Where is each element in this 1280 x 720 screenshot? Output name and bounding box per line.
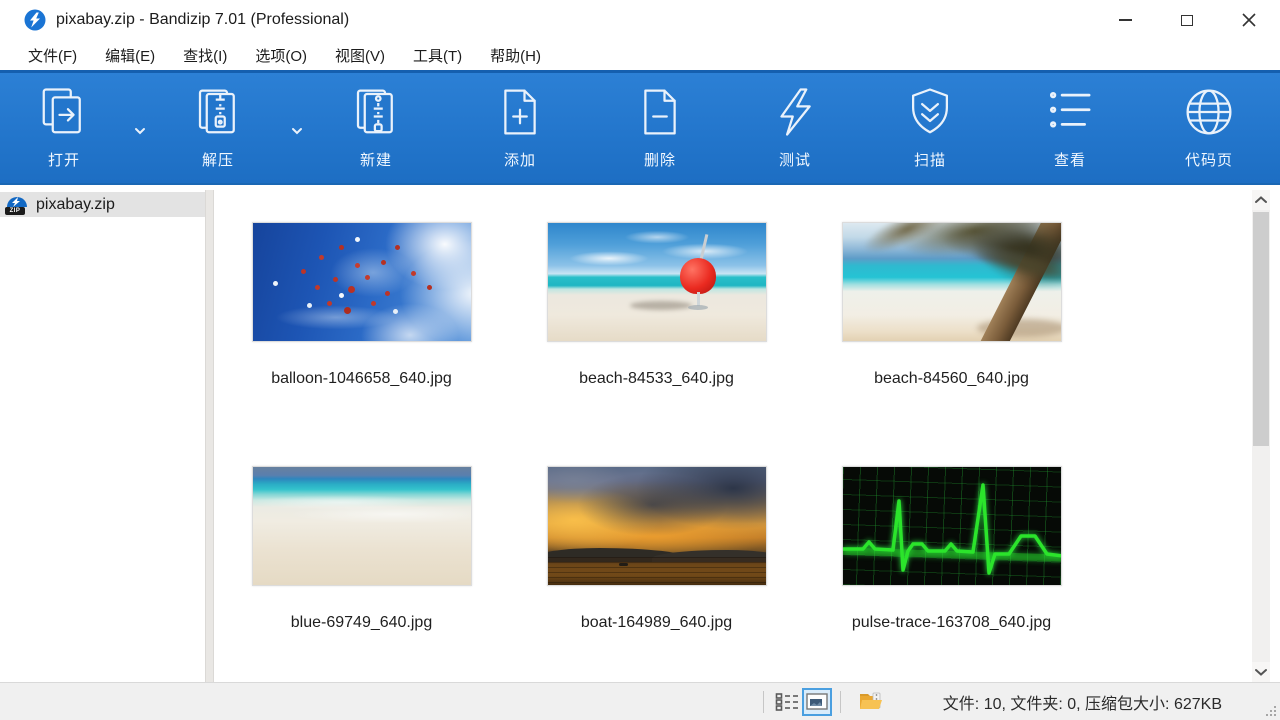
ecg-trace [843, 467, 1062, 586]
extract-button[interactable]: 解压 [170, 85, 266, 170]
zip-archive-icon: ZIP [5, 194, 29, 215]
file-thumbnail-balloon [252, 222, 472, 342]
open-label: 打开 [16, 149, 112, 170]
file-name: beach-84560_640.jpg [804, 370, 1099, 388]
scroll-up-button[interactable] [1252, 190, 1270, 210]
menu-tools[interactable]: 工具(T) [399, 41, 476, 70]
menu-help[interactable]: 帮助(H) [476, 41, 555, 70]
file-name: blue-69749_640.jpg [214, 614, 509, 632]
menu-file[interactable]: 文件(F) [14, 41, 91, 70]
maximize-icon [1181, 15, 1193, 26]
file-thumbnail-pulse-trace [842, 466, 1062, 586]
open-button[interactable]: 打开 [16, 85, 112, 170]
codepage-label: 代码页 [1161, 149, 1257, 170]
scan-label: 扫描 [882, 149, 978, 170]
test-button[interactable]: 测试 [747, 85, 843, 170]
open-dropdown-chevron[interactable] [128, 123, 152, 147]
add-icon [472, 85, 568, 143]
menu-options[interactable]: 选项(O) [241, 41, 321, 70]
open-folder-icon [858, 690, 884, 714]
boat-silhouette [619, 563, 628, 566]
details-view-icon [775, 692, 799, 712]
cocktail-stem [697, 292, 700, 306]
menu-edit[interactable]: 编辑(E) [91, 41, 169, 70]
file-name: boat-164989_640.jpg [509, 614, 804, 632]
file-item-blue-shore[interactable]: blue-69749_640.jpg [214, 466, 509, 682]
bandizip-app-icon [24, 9, 46, 31]
sidebar-item-label: pixabay.zip [36, 196, 115, 214]
file-name: balloon-1046658_640.jpg [214, 370, 509, 388]
file-item-beach-cocktail[interactable]: beach-84533_640.jpg [509, 222, 804, 466]
delete-icon [612, 85, 708, 143]
new-archive-icon [328, 85, 424, 143]
file-item-balloon[interactable]: balloon-1046658_640.jpg [214, 222, 509, 466]
scroll-down-button[interactable] [1252, 662, 1270, 682]
cocktail-glass [680, 258, 716, 294]
test-label: 测试 [747, 149, 843, 170]
new-archive-button[interactable]: 新建 [328, 85, 424, 170]
content-area: ZIP pixabay.zip balloon-1046658_640.jpg [0, 190, 1280, 682]
sidebar-item-pixabay-zip[interactable]: ZIP pixabay.zip [0, 192, 205, 217]
minimize-icon [1119, 19, 1132, 21]
resize-grip[interactable] [1264, 704, 1278, 718]
panel-splitter[interactable] [205, 190, 214, 682]
cocktail-base [688, 305, 708, 310]
title-bar: pixabay.zip - Bandizip 7.01 (Professiona… [0, 0, 1280, 40]
window-title: pixabay.zip - Bandizip 7.01 (Professiona… [56, 11, 349, 29]
file-thumbnail-grid: balloon-1046658_640.jpg beach-84533_640.… [214, 190, 1252, 682]
cocktail-shadow [630, 301, 692, 310]
file-thumbnail-beach-cocktail [547, 222, 767, 342]
file-name: beach-84533_640.jpg [509, 370, 804, 388]
close-button[interactable] [1218, 0, 1280, 40]
delete-label: 删除 [612, 149, 708, 170]
menu-bar: 文件(F) 编辑(E) 查找(I) 选项(O) 视图(V) 工具(T) 帮助(H… [0, 40, 1280, 70]
archive-folder-button[interactable] [855, 688, 887, 716]
bandizip-window: pixabay.zip - Bandizip 7.01 (Professiona… [0, 0, 1280, 720]
archive-tree-sidebar: ZIP pixabay.zip [0, 190, 205, 682]
minimize-button[interactable] [1094, 0, 1156, 40]
chevron-up-icon [1255, 196, 1267, 204]
extract-dropdown-chevron[interactable] [285, 123, 309, 147]
file-item-beach-palm[interactable]: beach-84560_640.jpg [804, 222, 1099, 466]
new-archive-label: 新建 [328, 149, 424, 170]
file-thumbnail-blue-shore [252, 466, 472, 586]
vertical-scrollbar[interactable] [1252, 190, 1270, 682]
file-item-pulse-trace[interactable]: pulse-trace-163708_640.jpg [804, 466, 1099, 682]
scan-button[interactable]: 扫描 [882, 85, 978, 170]
test-icon [747, 85, 843, 143]
scrollbar-thumb[interactable] [1253, 212, 1269, 446]
file-name: pulse-trace-163708_640.jpg [804, 614, 1099, 632]
chevron-down-icon [1255, 668, 1267, 676]
file-thumbnail-beach-palm [842, 222, 1062, 342]
delete-button[interactable]: 删除 [612, 85, 708, 170]
file-thumbnail-boat-sunset [547, 466, 767, 586]
view-label: 查看 [1022, 149, 1118, 170]
menu-find[interactable]: 查找(I) [169, 41, 241, 70]
statusbar-divider [840, 691, 841, 713]
view-button[interactable]: 查看 [1022, 85, 1118, 170]
view-icon [1022, 85, 1118, 143]
maximize-button[interactable] [1156, 0, 1218, 40]
add-label: 添加 [472, 149, 568, 170]
zip-badge-text: ZIP [5, 207, 25, 215]
water-reflection [548, 557, 766, 585]
archive-summary: 文件: 10, 文件夹: 0, 压缩包大小: 627KB [943, 690, 1222, 714]
codepage-icon [1161, 85, 1257, 143]
file-item-boat-sunset[interactable]: boat-164989_640.jpg [509, 466, 804, 682]
close-icon [1242, 13, 1256, 27]
toolbar: 打开 解压 [0, 70, 1280, 185]
add-button[interactable]: 添加 [472, 85, 568, 170]
open-icon [16, 85, 112, 143]
menu-view[interactable]: 视图(V) [321, 41, 399, 70]
extract-label: 解压 [170, 149, 266, 170]
statusbar-divider [763, 691, 764, 713]
thumbnail-view-button[interactable] [802, 688, 832, 716]
status-bar: 文件: 10, 文件夹: 0, 压缩包大小: 627KB [0, 682, 1280, 720]
thumbnail-view-icon [806, 693, 828, 710]
details-view-button[interactable] [772, 688, 802, 716]
scan-icon [882, 85, 978, 143]
extract-icon [170, 85, 266, 143]
codepage-button[interactable]: 代码页 [1161, 85, 1257, 170]
